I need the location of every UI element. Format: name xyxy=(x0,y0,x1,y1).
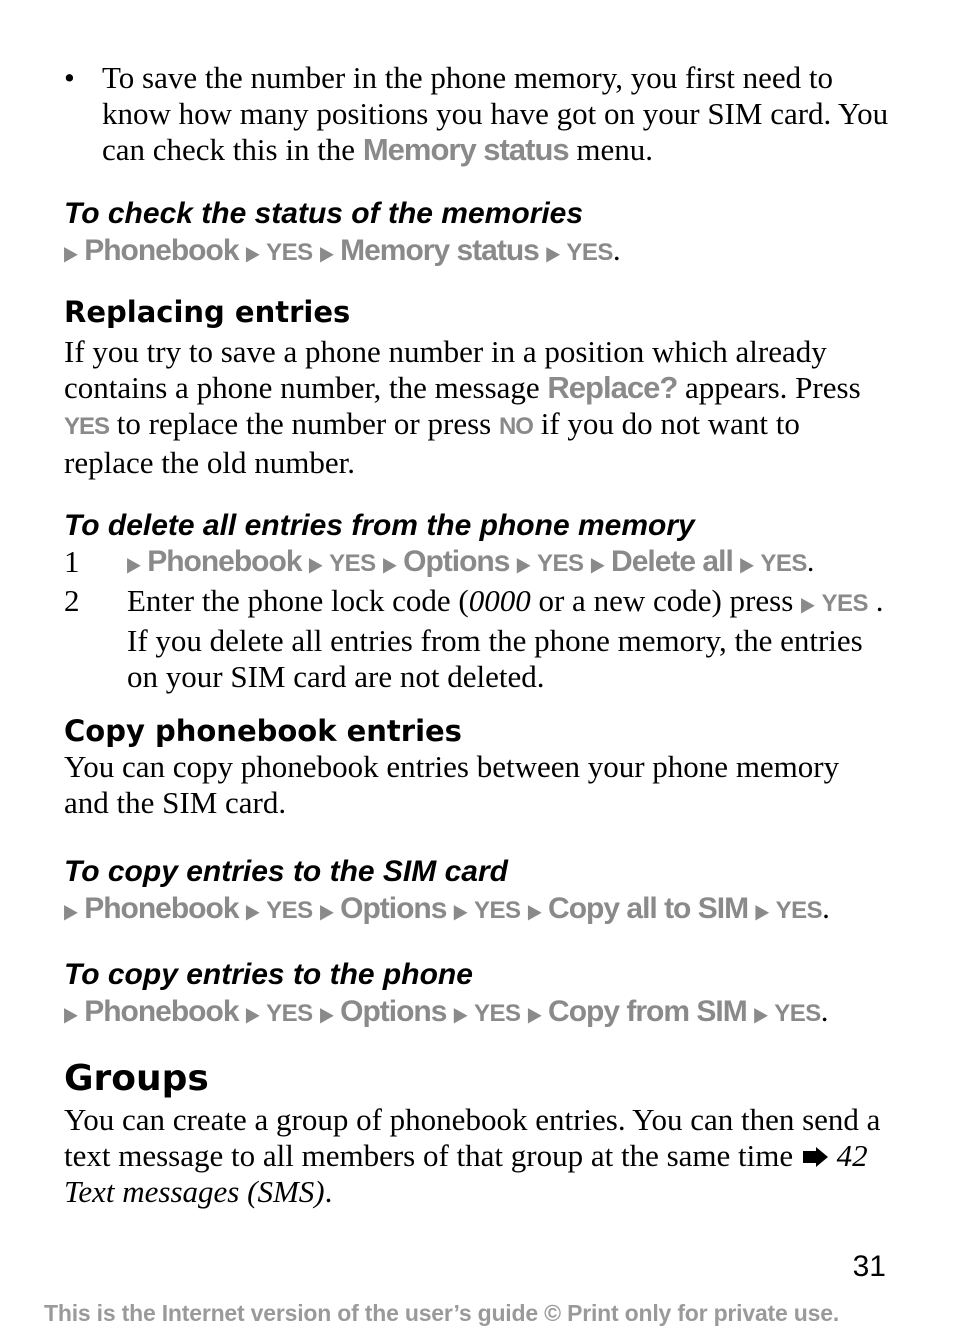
heading-copy: Copy phonebook entries xyxy=(64,714,462,748)
nav-arrow-icon: ▶ xyxy=(64,1004,78,1026)
page-number: 31 xyxy=(852,1250,886,1283)
nav-arrow-icon: ▶ xyxy=(64,901,78,923)
heading-copy-to-phone: To copy entries to the phone xyxy=(64,958,473,991)
nav-arrow-icon: ▶ xyxy=(64,243,78,265)
section-copy: Copy phonebook entries You can copy phon… xyxy=(64,713,890,821)
nav-arrow-icon: ▶ xyxy=(590,554,605,576)
reference-arrow-icon xyxy=(802,1147,828,1167)
nav-arrow-icon: ▶ xyxy=(382,554,397,576)
nav-arrow-icon: ▶ xyxy=(754,1004,768,1026)
nav-arrow-icon: ▶ xyxy=(453,901,468,923)
nav-arrow-icon: ▶ xyxy=(755,901,769,923)
section-check-status: To check the status of the memories ▶ Ph… xyxy=(64,196,890,272)
nav-arrow-icon: ▶ xyxy=(801,594,815,616)
nav-arrow-icon: ▶ xyxy=(245,1004,260,1026)
section-groups: Groups You can create a group of phonebo… xyxy=(64,1058,890,1210)
section-copy-to-sim: To copy entries to the SIM card ▶ Phoneb… xyxy=(64,854,890,930)
nav-path: ▶ Phonebook ▶ YES ▶ Options ▶ YES ▶ Copy… xyxy=(64,993,829,1028)
nav-path: ▶ Phonebook ▶ YES ▶ Options ▶ YES ▶ Copy… xyxy=(64,890,830,925)
section-delete-all: To delete all entries from the phone mem… xyxy=(64,508,890,695)
nav-arrow-icon: ▶ xyxy=(245,243,260,265)
nav-arrow-icon: ▶ xyxy=(740,554,754,576)
section-copy-to-phone: To copy entries to the phone ▶ Phonebook… xyxy=(64,957,890,1033)
menu-term-memory-status: Memory status xyxy=(362,132,570,167)
heading-replacing: Replacing entries xyxy=(64,295,351,329)
replacing-text: If you try to save a phone number in a p… xyxy=(64,334,861,480)
nav-arrow-icon: ▶ xyxy=(319,1004,334,1026)
groups-text: You can create a group of phonebook entr… xyxy=(64,1102,881,1209)
nav-path: ▶ Phonebook ▶ YES ▶ Memory status ▶ YES. xyxy=(64,232,621,267)
step-2: 2 Enter the phone lock code (0000 or a n… xyxy=(64,583,884,694)
nav-arrow-icon: ▶ xyxy=(527,901,542,923)
footer-notice: This is the Internet version of the user… xyxy=(44,1300,840,1326)
copy-text: You can copy phonebook entries between y… xyxy=(64,749,840,820)
intro-bullet: • To save the number in the phone memory… xyxy=(64,60,894,168)
nav-arrow-icon: ▶ xyxy=(127,554,141,576)
nav-arrow-icon: ▶ xyxy=(245,901,260,923)
nav-arrow-icon: ▶ xyxy=(546,243,560,265)
nav-arrow-icon: ▶ xyxy=(453,1004,468,1026)
nav-arrow-icon: ▶ xyxy=(527,1004,542,1026)
nav-arrow-icon: ▶ xyxy=(319,243,334,265)
section-replacing: Replacing entries If you try to save a p… xyxy=(64,294,890,481)
heading-delete-all: To delete all entries from the phone mem… xyxy=(64,509,695,542)
nav-arrow-icon: ▶ xyxy=(516,554,531,576)
nav-arrow-icon: ▶ xyxy=(319,901,334,923)
nav-arrow-icon: ▶ xyxy=(308,554,323,576)
step-1: 1 ▶ Phonebook ▶ YES ▶ Options ▶ YES ▶ De… xyxy=(64,544,815,579)
heading-check-status: To check the status of the memories xyxy=(64,197,584,230)
bullet-icon: • xyxy=(64,60,75,95)
intro-text: To save the number in the phone memory, … xyxy=(102,60,889,167)
heading-copy-to-sim: To copy entries to the SIM card xyxy=(64,855,508,888)
heading-groups: Groups xyxy=(64,1058,209,1099)
